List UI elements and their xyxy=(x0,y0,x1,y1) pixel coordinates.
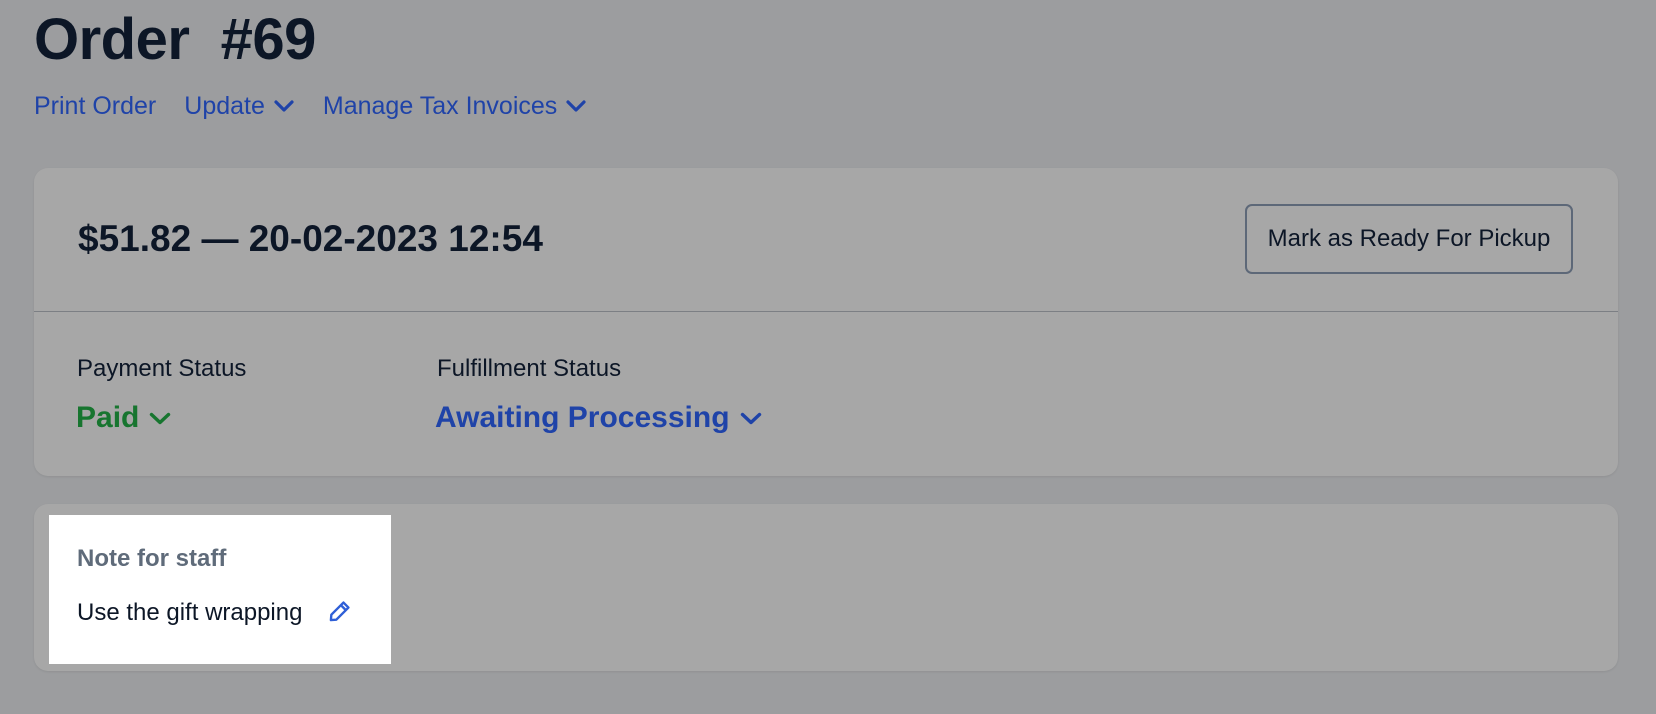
update-label: Update xyxy=(184,92,265,120)
chevron-down-icon xyxy=(273,95,295,117)
page-title: Order #69 xyxy=(34,7,316,72)
order-actions-bar: Print Order Update Manage Tax Invoices xyxy=(34,88,587,124)
payment-status-dropdown[interactable]: Paid xyxy=(76,398,171,438)
chevron-down-icon xyxy=(565,95,587,117)
order-page: Order #69 Print Order Update Manage Tax … xyxy=(0,0,1656,714)
mark-ready-for-pickup-button[interactable]: Mark as Ready For Pickup xyxy=(1245,204,1573,274)
manage-tax-invoices-dropdown[interactable]: Manage Tax Invoices xyxy=(323,90,587,122)
pencil-icon xyxy=(327,598,353,629)
update-dropdown[interactable]: Update xyxy=(184,90,295,122)
fulfillment-status-label: Fulfillment Status xyxy=(437,355,622,382)
print-order-label: Print Order xyxy=(34,92,157,120)
payment-status-value: Paid xyxy=(76,401,140,434)
staff-note-panel: Note for staff Use the gift wrapping xyxy=(49,515,391,664)
card-divider xyxy=(34,311,1618,312)
fulfillment-status-value: Awaiting Processing xyxy=(435,401,730,434)
staff-note-text: Use the gift wrapping xyxy=(77,599,303,626)
payment-status-label: Payment Status xyxy=(77,355,247,382)
edit-note-button[interactable] xyxy=(326,599,354,627)
staff-note-heading: Note for staff xyxy=(77,545,227,572)
order-summary-card: $51.82 — 20-02-2023 12:54 Mark as Ready … xyxy=(34,168,1618,476)
print-order-link[interactable]: Print Order xyxy=(34,90,156,122)
chevron-down-icon xyxy=(740,407,762,429)
manage-tax-invoices-label: Manage Tax Invoices xyxy=(322,92,558,120)
order-total-and-date: $51.82 — 20-02-2023 12:54 xyxy=(78,218,543,259)
fulfillment-status-dropdown[interactable]: Awaiting Processing xyxy=(435,398,762,438)
chevron-down-icon xyxy=(149,407,171,429)
